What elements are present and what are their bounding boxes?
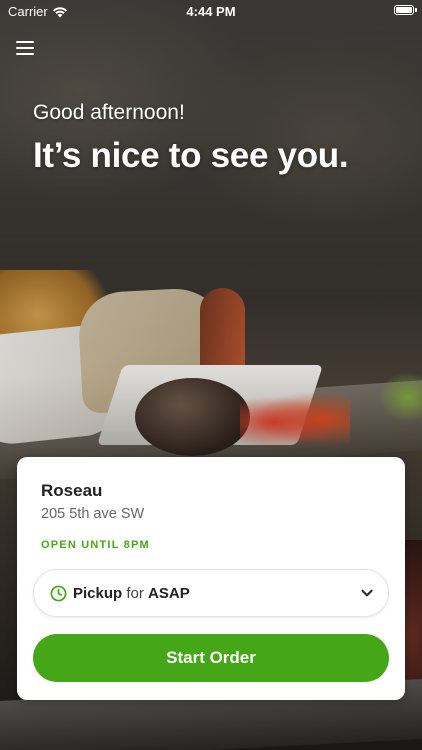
status-time: 4:44 PM	[186, 4, 236, 19]
battery-icon	[394, 5, 417, 15]
headline-text: It’s nice to see you.	[33, 136, 349, 175]
chevron-down-icon	[361, 589, 373, 597]
status-bar: Carrier 4:44 PM	[0, 0, 422, 22]
hamburger-menu-icon[interactable]	[16, 41, 34, 55]
pickup-time: ASAP	[148, 584, 190, 602]
store-name: Roseau	[41, 481, 103, 500]
pickup-connector: for	[126, 584, 144, 602]
pickup-summary: Pickup for ASAP	[73, 585, 190, 602]
greeting-text: Good afternoon!	[33, 101, 185, 124]
store-address: 205 5th ave SW	[41, 506, 145, 522]
battery-fill	[396, 7, 412, 13]
start-order-button[interactable]: Start Order	[33, 634, 389, 682]
store-card: Roseau 205 5th ave SW OPEN UNTIL 8PM Pic…	[17, 457, 405, 700]
pickup-mode: Pickup	[73, 584, 123, 602]
pickup-time-selector[interactable]: Pickup for ASAP	[33, 569, 389, 617]
clock-icon	[50, 585, 67, 601]
store-hours-badge: OPEN UNTIL 8PM	[41, 539, 150, 551]
